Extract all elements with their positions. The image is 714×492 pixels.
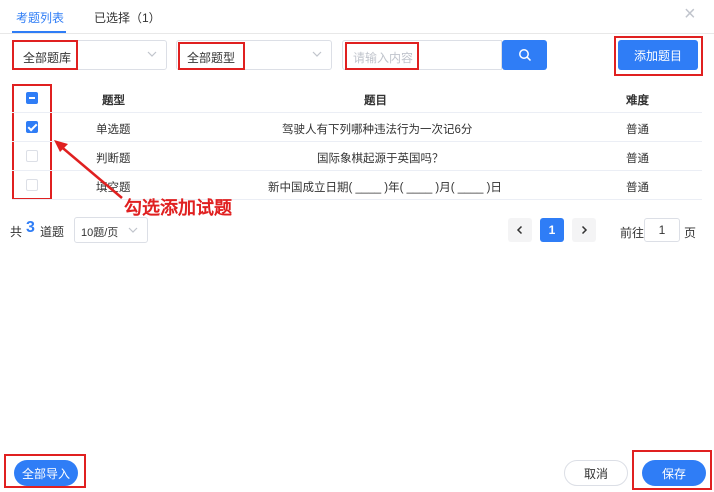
next-page-button[interactable] bbox=[572, 218, 596, 242]
import-all-button[interactable]: 全部导入 bbox=[14, 460, 78, 486]
total-count: 3 bbox=[26, 219, 35, 236]
page-size-value: 10题/页 bbox=[81, 227, 119, 239]
page-size-select[interactable]: 10题/页 bbox=[74, 217, 148, 243]
goto-prefix: 前往 bbox=[620, 226, 645, 240]
page-number-button[interactable]: 1 bbox=[540, 218, 564, 242]
goto-page-input[interactable]: 1 bbox=[644, 218, 680, 242]
chevron-right-icon bbox=[581, 225, 588, 235]
chevron-down-icon bbox=[128, 227, 138, 233]
chevron-left-icon bbox=[516, 225, 523, 235]
prev-page-button[interactable] bbox=[508, 218, 532, 242]
total-prefix: 共 bbox=[10, 225, 23, 239]
cancel-button[interactable]: 取消 bbox=[564, 460, 628, 486]
total-suffix: 道题 bbox=[40, 225, 65, 239]
annotation-arrow bbox=[54, 140, 123, 199]
save-button[interactable]: 保存 bbox=[642, 460, 706, 486]
goto-suffix: 页 bbox=[684, 226, 697, 240]
